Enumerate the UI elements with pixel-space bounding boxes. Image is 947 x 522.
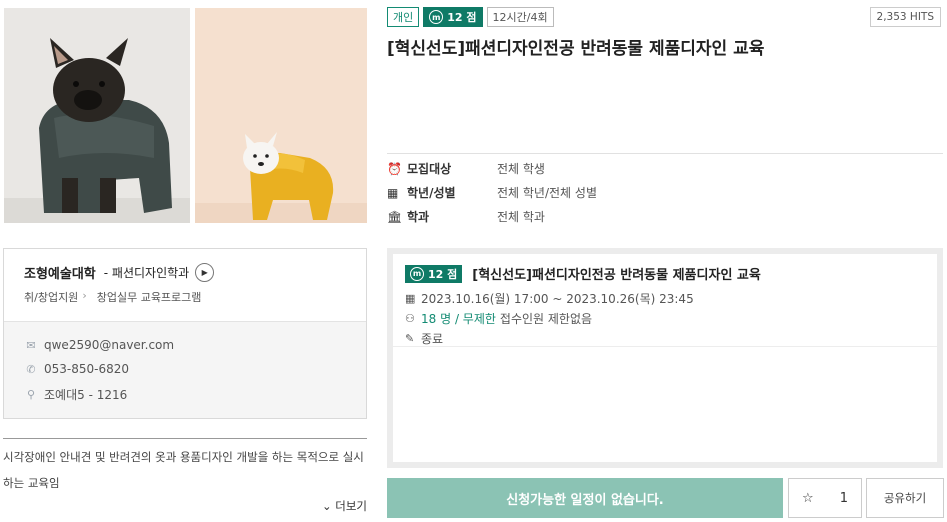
department-link-button[interactable]: ▶ — [195, 263, 215, 282]
page-title: [혁신선도]패션디자인전공 반려동물 제품디자인 교육 — [387, 39, 765, 59]
meta-label: 학년/성별 — [407, 186, 456, 200]
description-divider — [3, 438, 367, 439]
dog-in-yellow-raincoat-photo — [195, 8, 367, 223]
mail-icon: ✉ — [26, 338, 36, 352]
contact-phone: ✆ 053-850-6820 — [24, 362, 129, 376]
breadcrumb-item-support[interactable]: 취/창업지원 — [24, 289, 78, 305]
chevron-down-icon: ⌄ — [321, 499, 332, 513]
session-list: m 12 점 [혁신선도]패션디자인전공 반려동물 제품디자인 교육 ▦ 202… — [387, 248, 943, 468]
college-row: 조형예술대학 - 패션디자인학과 ▶ — [24, 263, 215, 282]
location-text: 조예대5 - 1216 — [44, 388, 128, 402]
mileage-icon: m — [429, 10, 444, 24]
dog-photo-grey — [4, 8, 190, 223]
location-pin-icon: ⚲ — [26, 388, 36, 401]
star-icon: ☆ — [802, 490, 814, 506]
program-tags: 개인 m 12 점 12시간/4회 — [387, 7, 558, 27]
more-button[interactable]: ⌄ 더보기 — [322, 498, 367, 514]
session-count: 18 명 / 무제한 — [421, 312, 496, 326]
calendar-icon: ▦ — [387, 185, 399, 200]
phone-text: 053-850-6820 — [44, 362, 130, 376]
contact-email: ✉ qwe2590@naver.com — [24, 338, 174, 352]
session-header: m 12 점 [혁신선도]패션디자인전공 반려동물 제품디자인 교육 — [405, 264, 761, 283]
session-period-text: 2023.10.16(월) 17:00 ~ 2023.10.26(목) 23:4… — [421, 292, 694, 306]
department-name: - 패션디자인학과 — [103, 266, 190, 280]
session-title: [혁신선도]패션디자인전공 반려동물 제품디자인 교육 — [472, 268, 761, 283]
dog-photo-yellow — [195, 8, 367, 223]
more-label: 더보기 — [335, 499, 367, 513]
session-points: 12 점 — [428, 267, 458, 281]
session-divider — [393, 346, 937, 347]
meta-label: 학과 — [407, 210, 430, 224]
like-count: 1 — [839, 490, 848, 506]
points-badge: m 12 점 — [423, 7, 483, 27]
meta-department: 🏛 학과 전체 학과 — [387, 208, 545, 225]
session-capacity: ⚇ 18 명 / 무제한 접수인원 제한없음 — [405, 310, 592, 327]
apply-button[interactable]: 신청가능한 일정이 없습니다. — [387, 478, 783, 518]
meta-value: 전체 학생 — [497, 162, 545, 176]
meta-label: 모집대상 — [407, 162, 452, 176]
chevron-right-icon: › — [82, 289, 87, 302]
session-status-text: 종료 — [421, 332, 444, 346]
email-text: qwe2590@naver.com — [44, 338, 175, 352]
dog-in-grey-raincoat-photo — [4, 8, 190, 223]
mileage-icon: m — [410, 266, 424, 281]
share-button[interactable]: 공유하기 — [866, 478, 944, 518]
alarm-clock-icon: ⏰ — [387, 161, 402, 176]
program-description: 시각장애인 안내견 및 반려견의 옷과 용품디자인 개발을 하는 목적으로 실시… — [3, 450, 364, 490]
session-count-note: 접수인원 제한없음 — [499, 312, 593, 326]
session-period: ▦ 2023.10.16(월) 17:00 ~ 2023.10.26(목) 23… — [405, 290, 694, 307]
meta-target: ⏰ 모집대상 전체 학생 — [387, 160, 545, 177]
contact-area: ✉ qwe2590@naver.com ✆ 053-850-6820 ⚲ 조예대… — [4, 321, 366, 418]
phone-icon: ✆ — [26, 362, 36, 376]
building-icon: 🏛 — [387, 209, 403, 224]
breadcrumb-item-program[interactable]: 창업실무 교육프로그램 — [97, 289, 202, 305]
hits-counter: 2,353 HITS — [869, 7, 941, 27]
type-badge: 개인 — [387, 7, 420, 27]
breadcrumb: 취/창업지원 › 창업실무 교육프로그램 — [24, 289, 201, 305]
people-icon: ⚇ — [405, 312, 415, 325]
time-badge: 12시간/4회 — [486, 7, 554, 27]
meta-grade-gender: ▦ 학년/성별 전체 학년/전체 성별 — [387, 184, 597, 201]
pen-icon: ✎ — [405, 332, 415, 345]
session-points-badge: m 12 점 — [405, 264, 463, 283]
like-button[interactable]: ☆ 1 — [788, 478, 862, 518]
meta-value: 전체 학년/전체 성별 — [497, 186, 597, 200]
calendar-icon: ▦ — [405, 292, 416, 305]
session-card[interactable]: m 12 점 [혁신선도]패션디자인전공 반려동물 제품디자인 교육 ▦ 202… — [393, 254, 937, 462]
title-divider — [387, 153, 943, 154]
meta-value: 전체 학과 — [497, 210, 545, 224]
session-status: ✎ 종료 — [405, 330, 443, 347]
play-icon: ▶ — [201, 268, 208, 277]
college-name: 조형예술대학 — [24, 267, 96, 282]
contact-location: ⚲ 조예대5 - 1216 — [24, 386, 127, 403]
organizer-info-box: 조형예술대학 - 패션디자인학과 ▶ 취/창업지원 › 창업실무 교육프로그램 … — [3, 248, 367, 419]
points-text: 12 점 — [447, 11, 477, 24]
